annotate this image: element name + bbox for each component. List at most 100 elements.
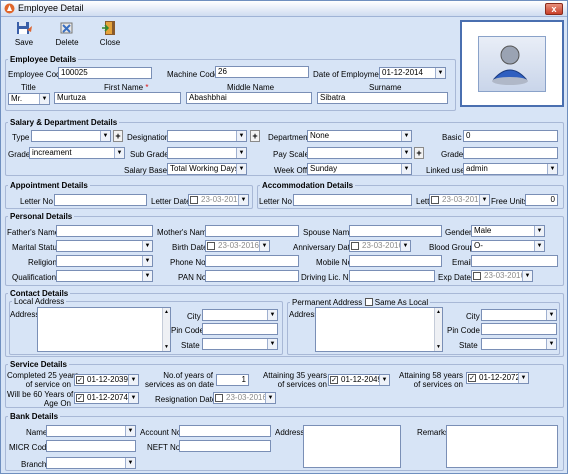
phone-input[interactable] <box>205 255 299 267</box>
date-checkbox-checked[interactable]: ✓ <box>76 376 84 384</box>
birth-date-picker[interactable]: 23-03-2016 ▼ <box>205 240 270 252</box>
accommodation-date-picker[interactable]: 23-03-2016 ▼ <box>429 194 490 206</box>
permanent-city-select[interactable]: ▼ <box>481 309 557 321</box>
required-marker: * <box>145 83 149 92</box>
exp-date-label: Exp Date <box>438 273 471 282</box>
years-of-service-input[interactable]: 1 <box>216 374 249 386</box>
appointment-letter-input[interactable] <box>54 194 147 206</box>
chevron-down-icon: ▼ <box>128 393 138 403</box>
close-button[interactable]: Close <box>92 20 128 47</box>
delete-button[interactable]: Delete <box>49 20 85 47</box>
date-checkbox[interactable] <box>351 242 359 250</box>
mother-name-input[interactable] <box>205 225 299 237</box>
close-label: Close <box>99 38 121 47</box>
surname-input[interactable]: Sibatra <box>317 92 448 104</box>
designation-select[interactable]: ▼ <box>167 130 247 142</box>
date-checkbox[interactable] <box>207 242 215 250</box>
gender-select[interactable]: Male ▼ <box>471 225 545 237</box>
appointment-date-picker[interactable]: 23-03-2016 ▼ <box>188 194 249 206</box>
basic-input[interactable]: 0 <box>463 130 558 142</box>
date-checkbox[interactable] <box>190 196 198 204</box>
permanent-address-textarea[interactable]: ▲ ▼ <box>315 307 443 352</box>
completed-25-picker[interactable]: ✓ 01-12-2039 ▼ <box>74 374 139 386</box>
email-input[interactable] <box>471 255 558 267</box>
attaining-58-picker[interactable]: ✓ 01-12-2072 ▼ <box>466 372 529 384</box>
permanent-state-select[interactable]: ▼ <box>481 338 557 350</box>
remarks-textarea[interactable] <box>446 425 558 468</box>
spouse-name-input[interactable] <box>349 225 442 237</box>
neft-label: NEFT No <box>147 443 181 452</box>
chevron-down-icon: ▼ <box>114 148 124 158</box>
salary-based-select[interactable]: Total Working Days ▼ <box>167 163 247 175</box>
same-as-local-checkbox[interactable] <box>364 298 373 306</box>
resignation-date-picker[interactable]: 23-03-2016 ▼ <box>213 392 276 404</box>
grade2-input[interactable] <box>463 147 558 159</box>
blood-group-select[interactable]: O- ▼ <box>471 240 545 252</box>
department-select[interactable]: None ▼ <box>307 130 412 142</box>
date-checkbox-checked[interactable]: ✓ <box>330 376 338 384</box>
local-pin-input[interactable] <box>202 323 278 335</box>
scroll-down-icon: ▼ <box>436 344 441 350</box>
birth-date-label: Birth Date <box>172 243 208 252</box>
exp-date-picker[interactable]: 23-03-2016 ▼ <box>471 270 533 282</box>
qualification-select[interactable]: ▼ <box>56 270 153 282</box>
middle-name-input[interactable]: Abashbhai <box>186 92 312 104</box>
date-checkbox-checked[interactable]: ✓ <box>468 374 476 382</box>
employee-code-input[interactable]: 100025 <box>58 67 152 79</box>
employee-photo[interactable] <box>460 20 564 107</box>
permanent-pin-input[interactable] <box>481 323 557 335</box>
add-designation-button[interactable]: + <box>250 130 260 142</box>
date-checkbox[interactable] <box>215 394 223 402</box>
permanent-address-legend: Permanent Address Same As Local <box>292 298 429 307</box>
local-address-textarea[interactable]: ▲ ▼ <box>37 307 171 352</box>
personal-legend: Personal Details <box>10 212 73 221</box>
pay-scale-select[interactable]: ▼ <box>307 147 412 159</box>
sub-grade-select[interactable]: ▼ <box>167 147 247 159</box>
title-select[interactable]: Mr. ▼ <box>8 93 50 105</box>
marital-status-select[interactable]: ▼ <box>56 240 153 252</box>
father-name-input[interactable] <box>56 225 153 237</box>
pay-scale-label: Pay Scale <box>273 150 310 159</box>
neft-input[interactable] <box>179 440 271 452</box>
machine-code-input[interactable]: 26 <box>215 66 309 78</box>
date-checkbox[interactable] <box>431 196 439 204</box>
free-units-input[interactable]: 0 <box>525 194 558 206</box>
scrollbar[interactable]: ▲ ▼ <box>434 308 442 351</box>
window-close-button[interactable]: x <box>545 3 563 15</box>
micr-input[interactable] <box>46 440 136 452</box>
bank-name-select[interactable]: ▼ <box>46 425 136 437</box>
anniversary-date-picker[interactable]: 23-03-2016 ▼ <box>349 240 411 252</box>
mobile-input[interactable] <box>349 255 442 267</box>
attaining-35-picker[interactable]: ✓ 01-12-2049 ▼ <box>328 374 390 386</box>
type-select[interactable]: ▼ <box>31 130 111 142</box>
photo-frame <box>478 36 546 92</box>
scrollbar[interactable]: ▲ ▼ <box>162 308 170 351</box>
date-checkbox-checked[interactable]: ✓ <box>76 394 84 402</box>
account-no-input[interactable] <box>179 425 271 437</box>
grade-select[interactable]: increament ▼ <box>29 147 125 159</box>
local-state-select[interactable]: ▼ <box>202 338 278 350</box>
driving-licence-input[interactable] <box>349 270 435 282</box>
branch-select[interactable]: ▼ <box>46 457 136 469</box>
religion-select[interactable]: ▼ <box>56 255 153 267</box>
chevron-down-icon: ▼ <box>267 310 277 320</box>
chevron-down-icon: ▼ <box>401 131 411 141</box>
date-of-employment-picker[interactable]: 01-12-2014 ▼ <box>379 67 446 79</box>
date-checkbox[interactable] <box>473 272 481 280</box>
week-off-select[interactable]: Sunday ▼ <box>307 163 412 175</box>
add-type-button[interactable]: + <box>113 130 123 142</box>
accommodation-legend: Accommodation Details <box>262 181 354 190</box>
will-be-60-picker[interactable]: ✓ 01-12-2074 ▼ <box>74 392 139 404</box>
save-button[interactable]: Save <box>6 20 42 47</box>
local-city-select[interactable]: ▼ <box>202 309 278 321</box>
bank-name-label: Name <box>26 428 48 437</box>
qualification-label: Qualification <box>12 273 57 282</box>
linked-user-select[interactable]: admin ▼ <box>463 163 558 175</box>
bank-address-textarea[interactable] <box>303 425 401 468</box>
add-pay-scale-button[interactable]: + <box>414 147 424 159</box>
father-name-label: Father's Name <box>7 228 60 237</box>
accommodation-letter-input[interactable] <box>293 194 412 206</box>
first-name-input[interactable]: Murtuza <box>54 92 181 104</box>
attaining-58-label: Attaining 58 years of services on <box>399 371 464 389</box>
pan-input[interactable] <box>205 270 299 282</box>
